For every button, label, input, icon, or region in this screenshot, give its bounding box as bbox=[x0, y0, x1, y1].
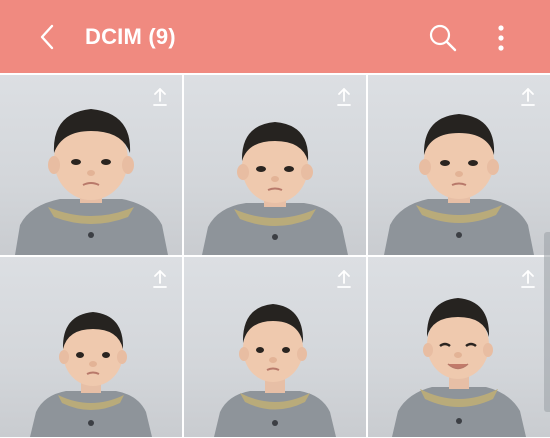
upload-icon bbox=[153, 88, 167, 106]
more-vertical-icon bbox=[498, 25, 504, 51]
photo-thumbnail[interactable] bbox=[368, 257, 550, 437]
photo-grid bbox=[0, 75, 550, 438]
back-arrow-icon bbox=[40, 24, 54, 50]
photo-thumbnail[interactable] bbox=[184, 75, 366, 255]
upload-icon bbox=[521, 88, 535, 106]
photo-thumbnail[interactable] bbox=[184, 257, 366, 437]
search-button[interactable] bbox=[424, 20, 462, 56]
photo-thumbnail[interactable] bbox=[0, 75, 182, 255]
photo-thumbnail[interactable] bbox=[0, 257, 182, 437]
upload-icon bbox=[153, 270, 167, 288]
more-options-button[interactable] bbox=[486, 20, 516, 56]
page-title: DCIM (9) bbox=[85, 24, 176, 49]
app-bar: DCIM (9) bbox=[0, 0, 550, 73]
upload-icon bbox=[521, 270, 535, 288]
back-button[interactable] bbox=[30, 18, 64, 56]
scrollbar-handle[interactable] bbox=[544, 232, 550, 412]
photo-thumbnail[interactable] bbox=[368, 75, 550, 255]
search-icon bbox=[429, 24, 457, 52]
upload-icon bbox=[337, 88, 351, 106]
upload-icon bbox=[337, 270, 351, 288]
